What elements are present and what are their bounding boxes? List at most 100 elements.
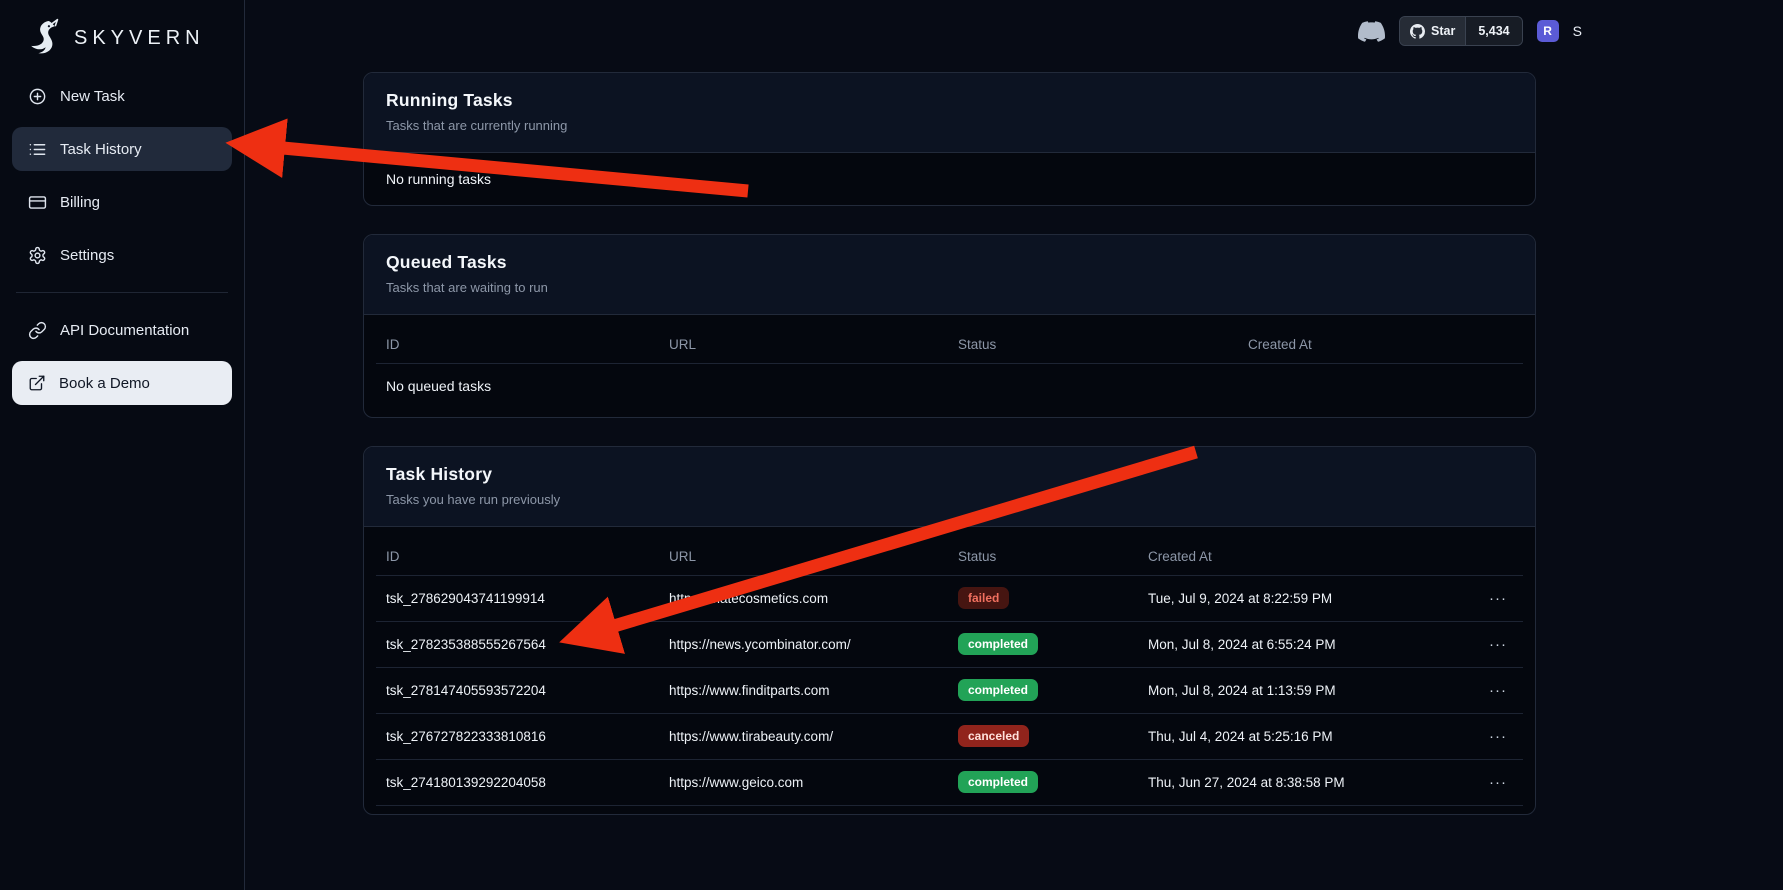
task-created: Tue, Jul 9, 2024 at 8:22:59 PM	[1138, 575, 1438, 621]
sidebar-item-task-history[interactable]: Task History	[12, 127, 232, 171]
table-row[interactable]: tsk_278629043741199914 https://elatecosm…	[376, 575, 1523, 621]
row-actions-button[interactable]: ···	[1489, 683, 1507, 698]
column-header-id: ID	[376, 327, 659, 363]
queued-tasks-body: ID URL Status Created At No queued tasks	[364, 315, 1535, 417]
sidebar-item-label: Billing	[60, 194, 100, 211]
task-status-cell: completed	[948, 667, 1138, 713]
column-header-actions	[1438, 539, 1523, 575]
task-actions-cell: ···	[1438, 713, 1523, 759]
sidebar-nav: New Task Task History Billing Settings	[12, 74, 232, 277]
card-title: Running Tasks	[386, 90, 1513, 111]
task-history-body: ID URL Status Created At tsk_27862904374…	[364, 527, 1535, 814]
topbar: Star 5,434 R S	[1358, 14, 1582, 48]
avatar[interactable]: R	[1537, 20, 1559, 42]
sidebar-item-billing[interactable]: Billing	[12, 180, 232, 224]
table-row[interactable]: tsk_274180139292204058 https://www.geico…	[376, 759, 1523, 805]
task-actions-cell: ···	[1438, 575, 1523, 621]
status-badge: completed	[958, 771, 1038, 793]
row-actions-button[interactable]: ···	[1489, 591, 1507, 606]
task-created: Thu, Jul 4, 2024 at 5:25:16 PM	[1138, 713, 1438, 759]
task-url: https://www.tirabeauty.com/	[659, 713, 948, 759]
task-id: tsk_276727822333810816	[376, 713, 659, 759]
brand-logo: SKYVERN	[12, 0, 232, 62]
task-actions-cell: ···	[1438, 759, 1523, 805]
sidebar-item-label: Settings	[60, 247, 114, 264]
gear-icon	[28, 246, 47, 265]
github-star-label: Star	[1431, 24, 1455, 38]
sidebar-divider	[16, 292, 228, 293]
queued-tasks-header: Queued Tasks Tasks that are waiting to r…	[364, 235, 1535, 315]
task-status-cell: completed	[948, 621, 1138, 667]
card-title: Queued Tasks	[386, 252, 1513, 273]
card-title: Task History	[386, 464, 1513, 485]
running-tasks-header: Running Tasks Tasks that are currently r…	[364, 73, 1535, 153]
sidebar-item-settings[interactable]: Settings	[12, 233, 232, 277]
book-a-demo-button[interactable]: Book a Demo	[12, 361, 232, 405]
task-status-cell: completed	[948, 759, 1138, 805]
github-star-count: 5,434	[1465, 17, 1521, 45]
task-history-table: ID URL Status Created At tsk_27862904374…	[376, 539, 1523, 806]
task-created: Mon, Jul 8, 2024 at 1:13:59 PM	[1138, 667, 1438, 713]
status-badge: completed	[958, 679, 1038, 701]
task-id: tsk_274180139292204058	[376, 759, 659, 805]
running-tasks-empty-message: No running tasks	[364, 153, 1535, 205]
task-url: https://elatecosmetics.com	[659, 575, 948, 621]
task-created: Thu, Jun 27, 2024 at 8:38:58 PM	[1138, 759, 1438, 805]
card-subtitle: Tasks that are waiting to run	[386, 280, 1513, 295]
table-row[interactable]: tsk_276727822333810816 https://www.tirab…	[376, 713, 1523, 759]
task-url: https://news.ycombinator.com/	[659, 621, 948, 667]
external-link-icon	[28, 374, 46, 392]
task-url: https://www.finditparts.com	[659, 667, 948, 713]
queued-tasks-card: Queued Tasks Tasks that are waiting to r…	[363, 234, 1536, 418]
credit-card-icon	[28, 193, 47, 212]
task-actions-cell: ···	[1438, 621, 1523, 667]
task-status-cell: failed	[948, 575, 1138, 621]
sidebar-item-label: Book a Demo	[59, 375, 150, 392]
column-header-url: URL	[659, 327, 948, 363]
table-row[interactable]: tsk_278235388555267564 https://news.ycom…	[376, 621, 1523, 667]
column-header-id: ID	[376, 539, 659, 575]
task-history-header: Task History Tasks you have run previous…	[364, 447, 1535, 527]
user-name-partial: S	[1573, 23, 1582, 39]
sidebar-item-label: API Documentation	[60, 322, 189, 339]
task-id: tsk_278235388555267564	[376, 621, 659, 667]
sidebar-item-new-task[interactable]: New Task	[12, 74, 232, 118]
plus-circle-icon	[28, 87, 47, 106]
status-badge: completed	[958, 633, 1038, 655]
table-row[interactable]: tsk_278147405593572204 https://www.findi…	[376, 667, 1523, 713]
empty-row: No queued tasks	[376, 363, 1523, 409]
card-subtitle: Tasks you have run previously	[386, 492, 1513, 507]
task-status-cell: canceled	[948, 713, 1138, 759]
task-id: tsk_278629043741199914	[376, 575, 659, 621]
list-icon	[28, 140, 47, 159]
link-icon	[28, 321, 47, 340]
row-actions-button[interactable]: ···	[1489, 729, 1507, 744]
skyvern-dragon-icon	[22, 17, 64, 59]
github-icon	[1410, 24, 1425, 39]
status-badge: failed	[958, 587, 1009, 609]
column-header-status: Status	[948, 327, 1238, 363]
github-star-button[interactable]: Star 5,434	[1399, 16, 1523, 46]
card-subtitle: Tasks that are currently running	[386, 118, 1513, 133]
row-actions-button[interactable]: ···	[1489, 775, 1507, 790]
history-table-body: tsk_278629043741199914 https://elatecosm…	[376, 575, 1523, 805]
queued-tasks-empty-message: No queued tasks	[376, 363, 1523, 409]
sidebar: SKYVERN New Task Task History Billing S	[0, 0, 245, 890]
sidebar-item-label: Task History	[60, 141, 142, 158]
running-tasks-card: Running Tasks Tasks that are currently r…	[363, 72, 1536, 206]
task-history-card: Task History Tasks you have run previous…	[363, 446, 1536, 815]
github-star-label-segment: Star	[1400, 17, 1465, 45]
sidebar-item-label: New Task	[60, 88, 125, 105]
status-badge: canceled	[958, 725, 1029, 747]
task-actions-cell: ···	[1438, 667, 1523, 713]
discord-icon[interactable]	[1358, 18, 1385, 45]
task-id: tsk_278147405593572204	[376, 667, 659, 713]
row-actions-button[interactable]: ···	[1489, 637, 1507, 652]
brand-name: SKYVERN	[74, 27, 205, 50]
sidebar-item-api-documentation[interactable]: API Documentation	[12, 308, 232, 352]
column-header-created-at: Created At	[1238, 327, 1523, 363]
sidebar-secondary-nav: API Documentation Book a Demo	[12, 308, 232, 405]
column-header-created-at: Created At	[1138, 539, 1438, 575]
column-header-status: Status	[948, 539, 1138, 575]
column-header-url: URL	[659, 539, 948, 575]
